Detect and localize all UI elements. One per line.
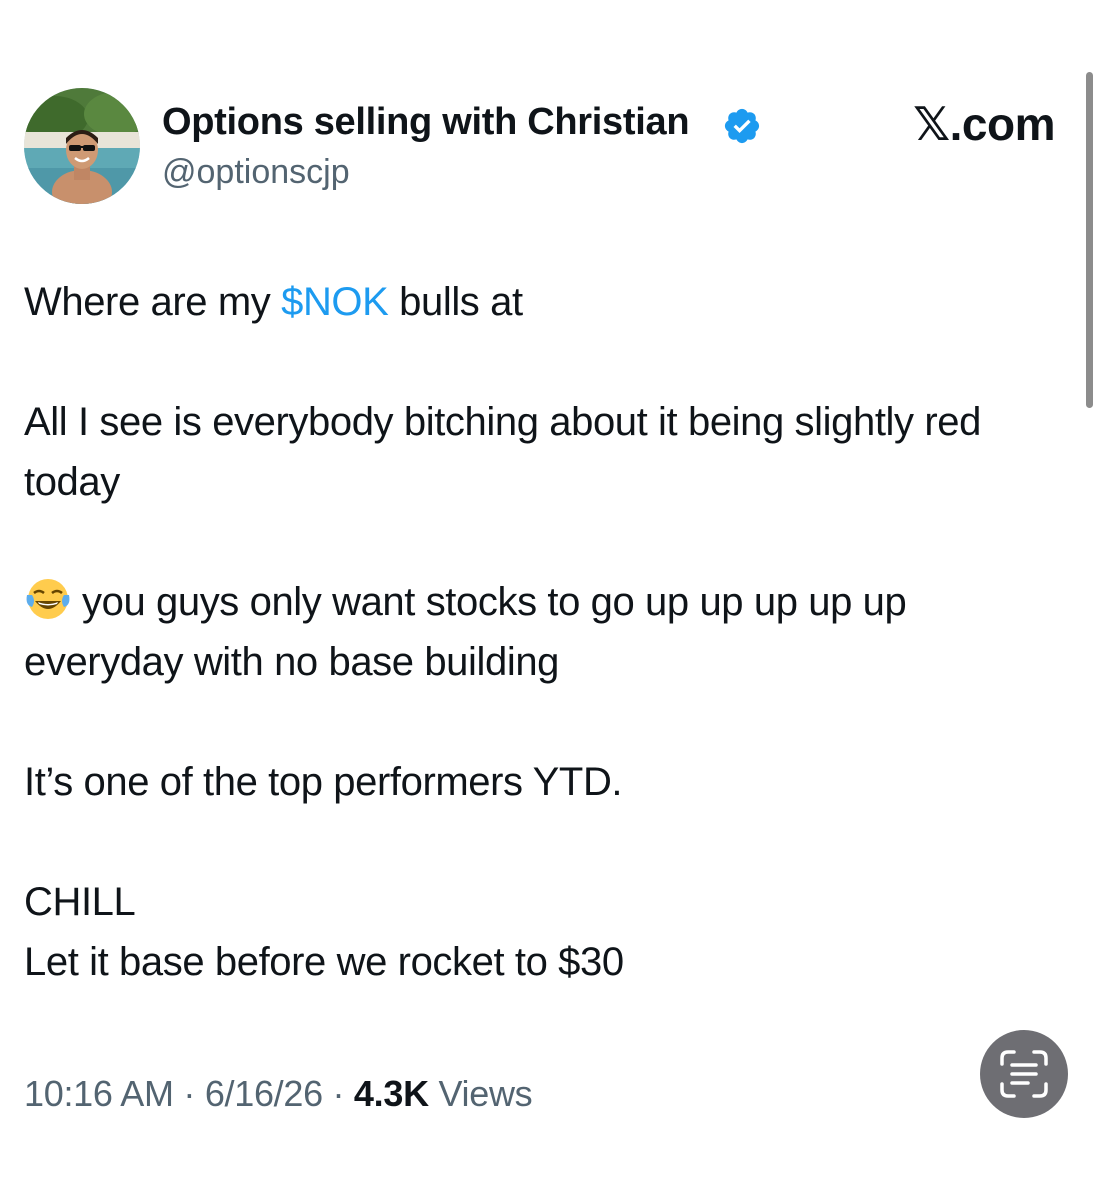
scrollbar[interactable]	[1086, 72, 1093, 408]
tweet-text: Where are my $NOK bulls at All I see is …	[24, 272, 1064, 992]
tweet-text-span: CHILL	[24, 880, 136, 924]
cashtag-link[interactable]: $NOK	[281, 280, 389, 324]
tweet-text-span: Where are my	[24, 280, 282, 324]
tweet-text-span: Let it base before we rocket to $30	[24, 940, 624, 984]
separator: ·	[322, 1073, 354, 1114]
handle[interactable]: @optionscjp	[162, 150, 350, 194]
tweet-text-span: you guys only want stocks to go up up up…	[24, 580, 907, 684]
views-label: Views	[428, 1073, 533, 1114]
timestamp-date[interactable]: 6/16/26	[205, 1073, 323, 1114]
separator: ·	[173, 1073, 205, 1114]
avatar[interactable]	[24, 88, 140, 204]
avatar-photo	[24, 88, 140, 204]
display-name[interactable]: Options selling with Christian	[162, 98, 690, 146]
live-text-button[interactable]	[980, 1030, 1068, 1118]
tweet-paragraph: It’s one of the top performers YTD.	[24, 760, 623, 804]
live-text-icon	[1000, 1050, 1048, 1098]
tweet-paragraph: you guys only want stocks to go up up up…	[24, 572, 1064, 692]
x-logo-icon: 𝕏	[913, 97, 950, 151]
tweet-paragraph: CHILL Let it base before we rocket to $30	[24, 872, 1064, 992]
verified-badge-icon	[724, 108, 760, 144]
site-label: 𝕏.com	[913, 96, 1055, 152]
tweet-paragraph: All I see is everybody bitching about it…	[24, 400, 981, 504]
views-count: 4.3K	[353, 1073, 429, 1114]
tweet-meta: 10:16 AM · 6/16/26 · 4.3K Views	[24, 1066, 533, 1122]
tweet-text-span: bulls at	[388, 280, 523, 324]
timestamp-time[interactable]: 10:16 AM	[24, 1073, 174, 1114]
tweet-paragraph: Where are my $NOK bulls at	[24, 272, 1064, 332]
face-with-tears-of-joy-icon	[26, 579, 70, 619]
site-label-text: .com	[949, 98, 1056, 150]
